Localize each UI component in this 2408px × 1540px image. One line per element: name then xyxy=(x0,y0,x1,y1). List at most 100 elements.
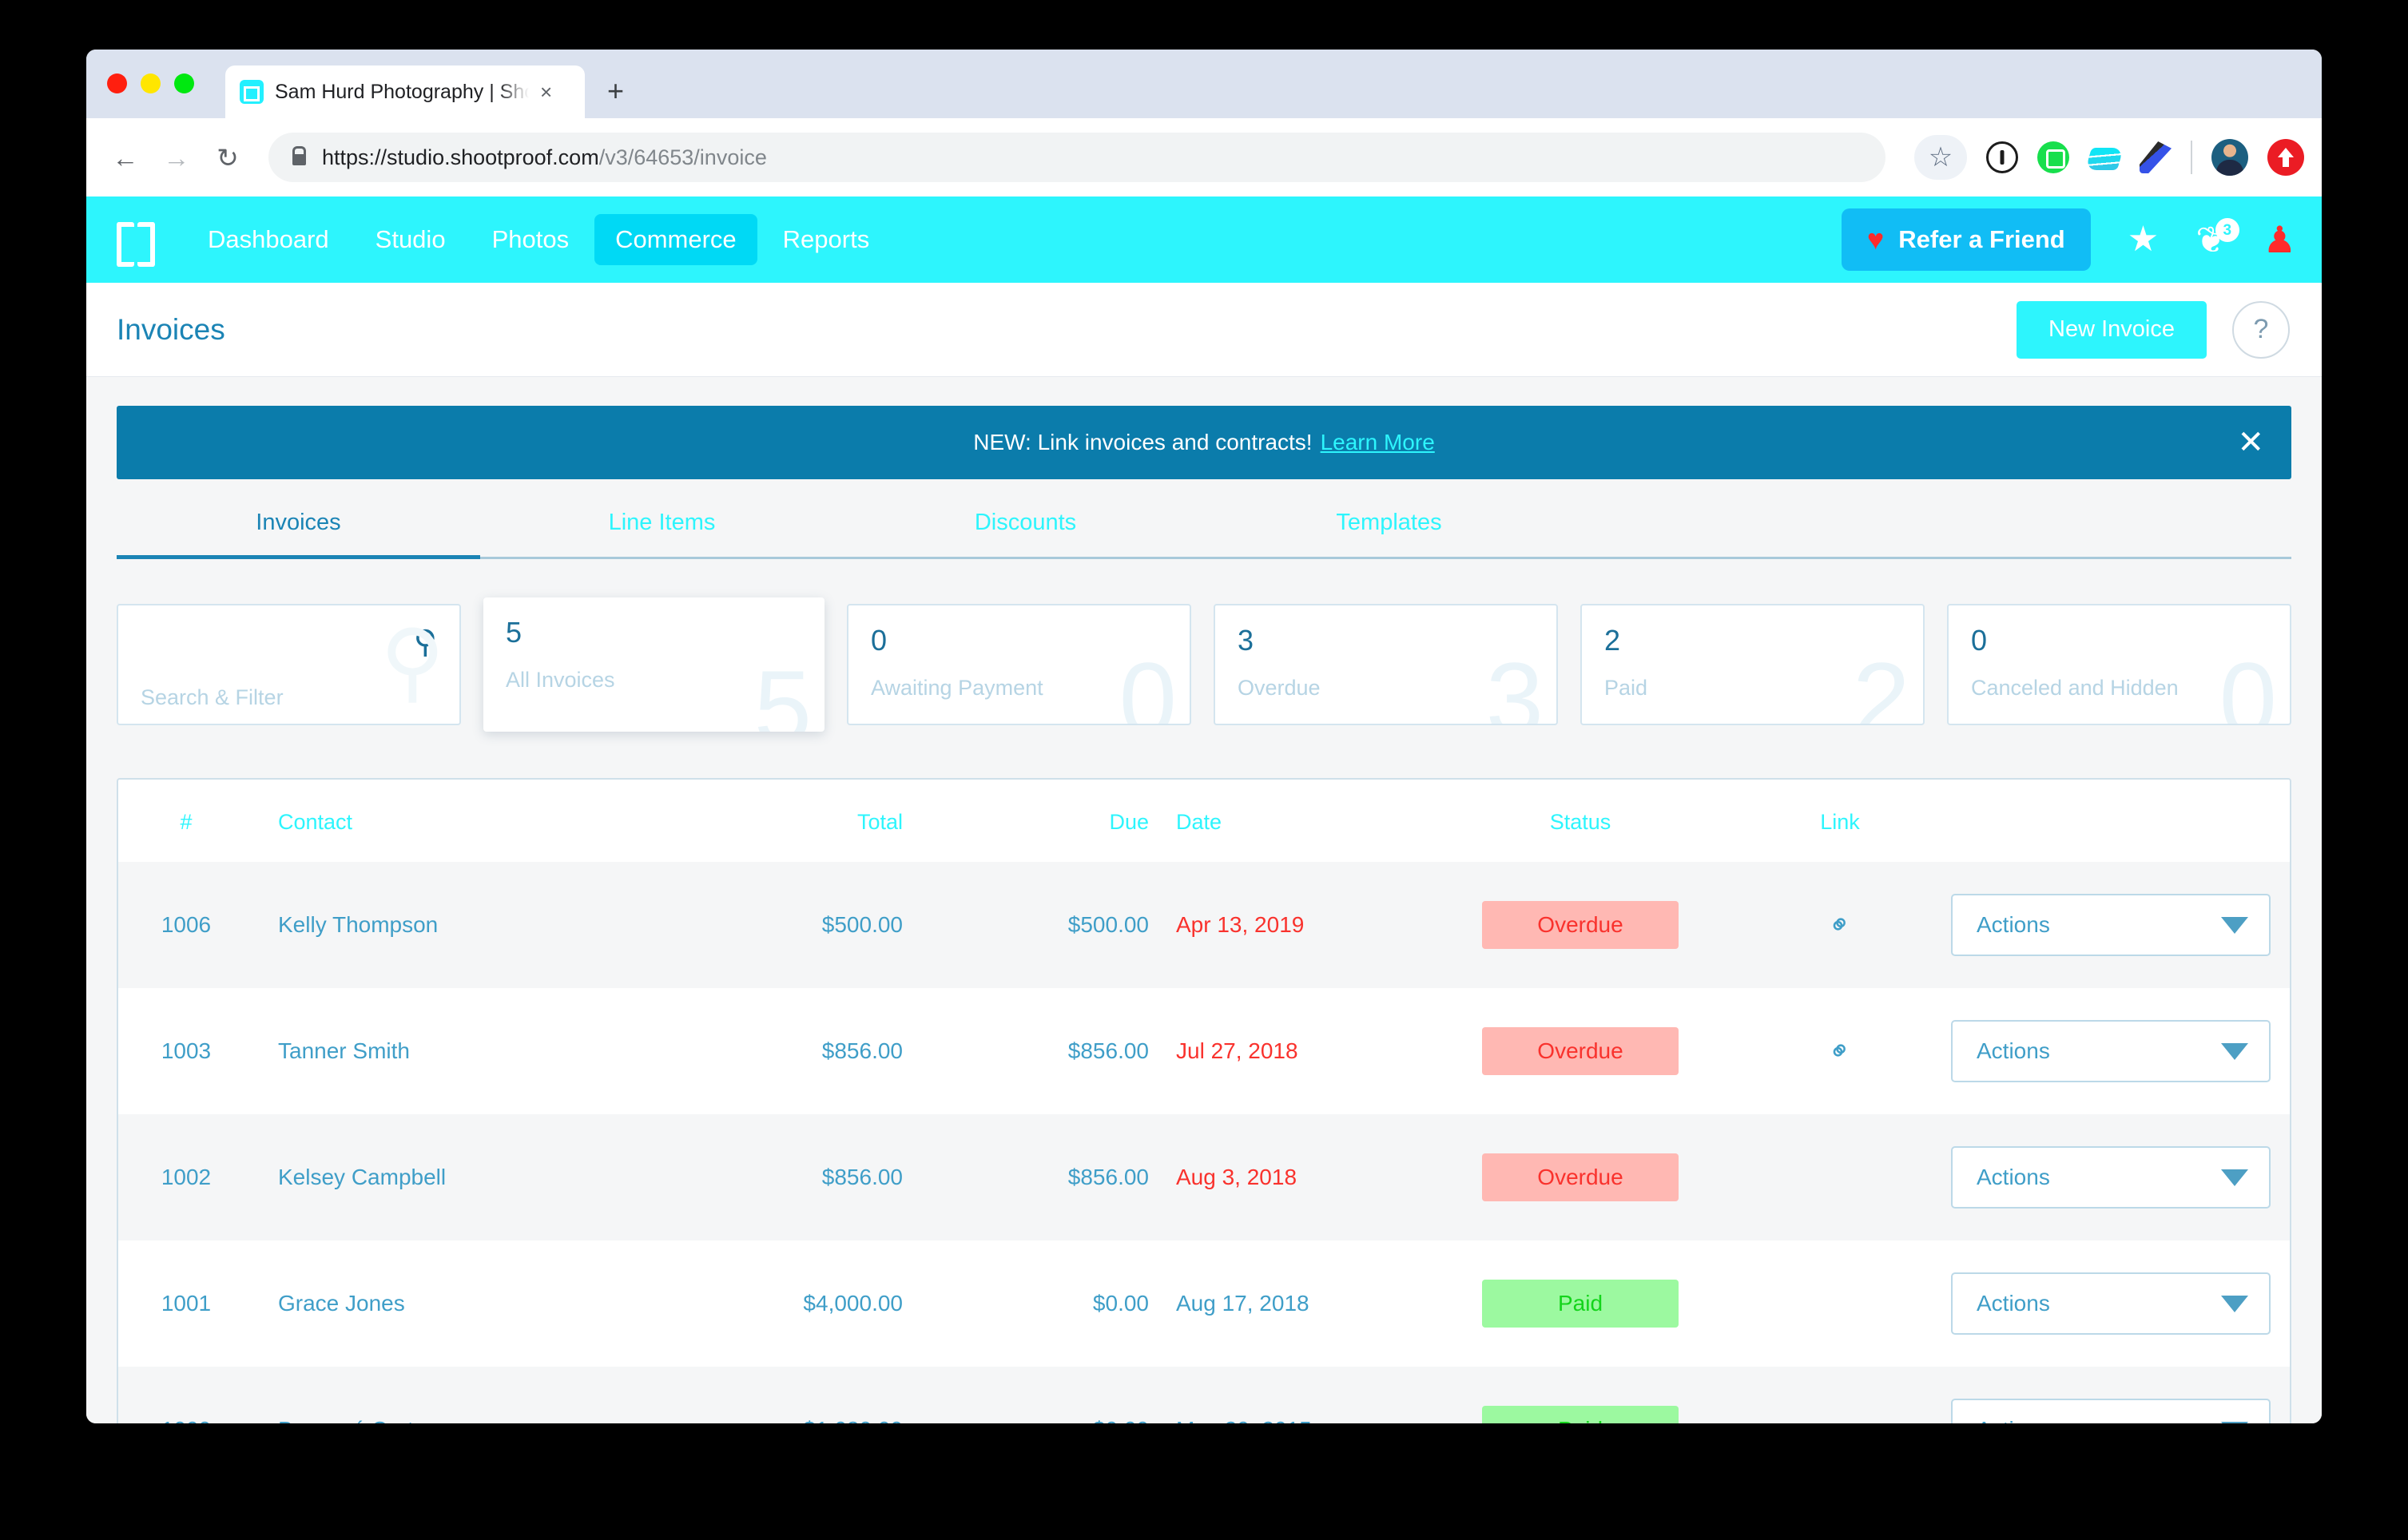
actions-dropdown[interactable]: Actions xyxy=(1951,1146,2271,1209)
back-icon[interactable]: ← xyxy=(110,145,141,171)
cell-contact[interactable]: Beyoncé Carter xyxy=(254,1367,606,1423)
contact-link[interactable]: Beyoncé Carter xyxy=(278,1417,434,1423)
cell-invoice-number[interactable]: 1006 xyxy=(118,862,254,988)
cell-due: $0.00 xyxy=(1092,1291,1149,1316)
divider xyxy=(2191,141,2192,174)
extension-puzzle-icon[interactable] xyxy=(2037,141,2069,173)
contact-link[interactable]: Kelsey Campbell xyxy=(278,1165,446,1189)
password-manager-icon[interactable] xyxy=(1986,141,2018,173)
close-icon[interactable]: ✕ xyxy=(2237,427,2264,458)
table-row[interactable]: 1001 Grace Jones $4,000.00 $0.00 Aug 17, 201… xyxy=(118,1240,2290,1367)
invoice-number-link[interactable]: 1000 xyxy=(161,1417,211,1423)
chevron-down-icon xyxy=(2221,1042,2248,1060)
favorites-star-icon[interactable]: ★ xyxy=(2128,222,2159,257)
cell-invoice-number[interactable]: 1002 xyxy=(118,1114,254,1240)
column-header-date[interactable]: Date xyxy=(1149,780,1413,862)
table-row[interactable]: 1002 Kelsey Campbell $856.00 $856.00 Aug 3, … xyxy=(118,1114,2290,1240)
forward-icon[interactable]: → xyxy=(161,145,192,171)
browser-tab-strip: Sam Hurd Photography | Shoot × + xyxy=(86,50,2322,118)
filter-card-all-invoices[interactable]: 5 All Invoices 5 xyxy=(483,597,825,732)
cell-invoice-number[interactable]: 1001 xyxy=(118,1240,254,1367)
table-header: # Contact Total Due Date Status Link xyxy=(118,780,2290,862)
cell-status: Overdue xyxy=(1413,988,1748,1114)
cell-total: $1,080.00 xyxy=(606,1367,949,1423)
column-header-due[interactable]: Due xyxy=(949,780,1149,862)
account-user-icon[interactable]: ♟ xyxy=(2263,221,2296,258)
color-picker-icon[interactable] xyxy=(2140,141,2172,173)
invoice-number-link[interactable]: 1006 xyxy=(161,912,211,937)
page-header-actions: New Invoice ? xyxy=(2017,300,2290,359)
reload-icon[interactable]: ↻ xyxy=(213,145,243,171)
invoice-number-link[interactable]: 1003 xyxy=(161,1038,211,1063)
tab-invoices[interactable]: Invoices xyxy=(117,482,480,559)
nav-item-reports[interactable]: Reports xyxy=(762,214,891,265)
cell-due: $500.00 xyxy=(1067,912,1149,937)
page-header: Invoices New Invoice ? xyxy=(86,283,2322,377)
bookmark-button[interactable]: ☆ xyxy=(1914,135,1967,180)
link-icon[interactable]: ⚭ xyxy=(1821,906,1858,943)
maximize-window-button[interactable] xyxy=(174,73,194,93)
invoices-table-container: # Contact Total Due Date Status Link 100… xyxy=(117,778,2291,1423)
contact-link[interactable]: Kelly Thompson xyxy=(278,912,438,937)
url-path: /v3/64653/invoice xyxy=(598,145,767,169)
profile-avatar[interactable] xyxy=(2211,139,2248,176)
learn-more-link[interactable]: Learn More xyxy=(1321,430,1435,455)
column-header-contact[interactable]: Contact xyxy=(254,780,606,862)
cell-total: $4,000.00 xyxy=(803,1291,903,1316)
tab-templates[interactable]: Templates xyxy=(1207,482,1571,557)
cell-invoice-number[interactable]: 1000 xyxy=(118,1367,254,1423)
cell-link xyxy=(1748,1114,1932,1240)
cell-contact[interactable]: Kelsey Campbell xyxy=(254,1114,606,1240)
cell-contact[interactable]: Grace Jones xyxy=(254,1240,606,1367)
nav-item-studio[interactable]: Studio xyxy=(355,214,467,265)
url-input[interactable]: https://studio.shootproof.com/v3/64653/i… xyxy=(268,133,1885,182)
new-tab-button[interactable]: + xyxy=(607,77,624,105)
actions-dropdown[interactable]: Actions xyxy=(1951,894,2271,956)
table-row[interactable]: 1006 Kelly Thompson $500.00 $500.00 Apr 13, … xyxy=(118,862,2290,988)
cell-link: ⚭ xyxy=(1748,862,1932,988)
minimize-window-button[interactable] xyxy=(141,73,161,93)
actions-label: Actions xyxy=(1977,1291,2050,1316)
cell-link xyxy=(1748,1367,1932,1423)
extension-wave-icon[interactable] xyxy=(2084,148,2124,170)
close-tab-icon[interactable]: × xyxy=(540,81,552,102)
nav-item-commerce[interactable]: Commerce xyxy=(594,214,757,265)
contact-link[interactable]: Tanner Smith xyxy=(278,1038,410,1063)
close-window-button[interactable] xyxy=(107,73,127,93)
table-row[interactable]: 1000 Beyoncé Carter $1,080.00$0.00May 20, … xyxy=(118,1367,2290,1423)
actions-dropdown[interactable]: Actions xyxy=(1951,1272,2271,1335)
notifications-chat-icon[interactable]: ❦ 3 xyxy=(2195,218,2239,258)
filter-card-overdue[interactable]: 3 Overdue 3 xyxy=(1214,604,1558,725)
help-icon[interactable]: ? xyxy=(2232,300,2290,359)
search-and-filter-card[interactable]: ⚲ Search & Filter ⚲ xyxy=(117,604,461,725)
invoice-number-link[interactable]: 1001 xyxy=(161,1291,211,1316)
actions-dropdown[interactable]: Actions xyxy=(1951,1020,2271,1082)
status-badge: Paid xyxy=(1482,1280,1679,1328)
nav-item-photos[interactable]: Photos xyxy=(471,214,590,265)
link-icon[interactable]: ⚭ xyxy=(1821,1032,1858,1070)
table-row[interactable]: 1003 Tanner Smith $856.00 $856.00 Jul 27, 20… xyxy=(118,988,2290,1114)
column-header-link[interactable]: Link xyxy=(1748,780,1932,862)
cell-invoice-number[interactable]: 1003 xyxy=(118,988,254,1114)
filter-card-canceled-and-hidden[interactable]: 0 Canceled and Hidden 0 xyxy=(1947,604,2291,725)
actions-dropdown[interactable]: Actions xyxy=(1951,1399,2271,1423)
shootproof-logo-icon[interactable] xyxy=(117,220,155,267)
new-invoice-button[interactable]: New Invoice xyxy=(2017,300,2207,359)
invoice-number-link[interactable]: 1002 xyxy=(161,1165,211,1189)
cell-contact[interactable]: Tanner Smith xyxy=(254,988,606,1114)
column-header-number[interactable]: # xyxy=(118,780,254,862)
column-header-status[interactable]: Status xyxy=(1413,780,1748,862)
tab-line-items[interactable]: Line Items xyxy=(480,482,844,557)
filter-card-paid[interactable]: 2 Paid 2 xyxy=(1580,604,1925,725)
tab-discounts[interactable]: Discounts xyxy=(844,482,1207,557)
cell-contact[interactable]: Kelly Thompson xyxy=(254,862,606,988)
url-text: https://studio.shootproof.com/v3/64653/i… xyxy=(322,145,767,170)
refer-a-friend-button[interactable]: ♥ Refer a Friend xyxy=(1841,208,2091,271)
browser-tab[interactable]: Sam Hurd Photography | Shoot × xyxy=(225,65,585,118)
chevron-down-icon xyxy=(2221,1169,2248,1186)
update-icon[interactable] xyxy=(2267,139,2304,176)
filter-card-awaiting-payment[interactable]: 0 Awaiting Payment 0 xyxy=(847,604,1191,725)
nav-item-dashboard[interactable]: Dashboard xyxy=(187,214,350,265)
column-header-total[interactable]: Total xyxy=(606,780,949,862)
contact-link[interactable]: Grace Jones xyxy=(278,1291,405,1316)
